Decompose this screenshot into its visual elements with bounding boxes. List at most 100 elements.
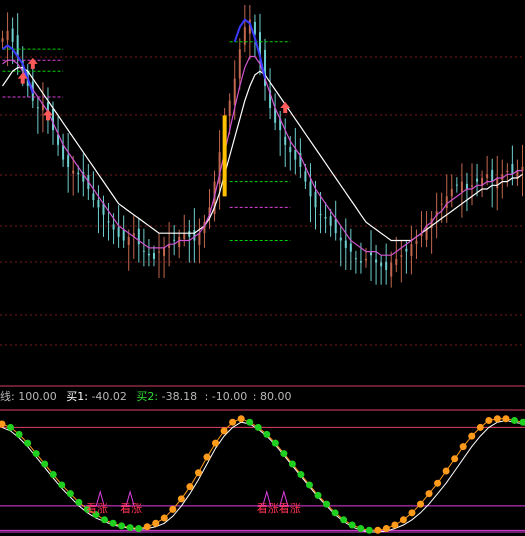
indicator-dot <box>203 453 211 461</box>
candle-body <box>193 230 196 241</box>
candle-body <box>62 144 65 160</box>
candle-body <box>415 240 418 245</box>
candle-body <box>491 169 494 182</box>
candle-body <box>405 248 408 252</box>
indicator-dot <box>229 418 237 426</box>
candle-body <box>284 136 287 145</box>
indicator-dot <box>408 509 416 517</box>
indicator-dot <box>357 525 365 533</box>
indicator-series-line <box>1 419 524 533</box>
candle-body <box>329 216 332 226</box>
candle-body <box>450 189 453 197</box>
indicator-dot <box>169 505 177 513</box>
candle-body <box>117 227 120 237</box>
candle-body <box>319 214 322 216</box>
candle-body <box>354 258 357 260</box>
indicator-dot <box>374 526 382 534</box>
buy-arrow-icon <box>27 57 38 69</box>
indicator-dot <box>468 432 476 440</box>
buy2-value: -38.18 <box>161 390 198 403</box>
stock-chart-window: 看涨 看涨 看涨看涨 线: 100.00 买1: -40.02 买2: -38.18… <box>0 0 525 536</box>
indicator-dot <box>399 516 407 524</box>
indicator-dot <box>323 500 331 508</box>
candle-body <box>122 230 125 241</box>
candle-body <box>238 49 241 79</box>
candle-body <box>137 228 140 245</box>
candle-body <box>188 230 191 237</box>
spike-candle <box>222 115 227 197</box>
candle-body <box>77 172 80 175</box>
indicator-dot <box>297 470 305 478</box>
candle-body <box>152 253 155 259</box>
indicator-dot <box>254 423 262 431</box>
candle-body <box>455 184 458 186</box>
candle-body <box>506 170 509 173</box>
candle-body <box>334 219 337 234</box>
indicator-dot <box>425 490 433 498</box>
indicator-dot <box>66 490 74 498</box>
candle-body <box>67 155 70 167</box>
moving-average-line <box>2 67 523 242</box>
indicator-dot <box>24 439 32 447</box>
candle-body <box>460 181 463 192</box>
indicator-dot <box>220 427 228 435</box>
candle-body <box>127 236 130 245</box>
candle-body <box>339 237 342 241</box>
indicator-dot <box>485 416 493 424</box>
candle-body <box>395 258 398 265</box>
indicator-dot <box>152 519 160 527</box>
indicator-dot <box>382 525 390 533</box>
candle-body <box>173 239 176 241</box>
indicator-dot <box>126 524 134 532</box>
indicator-dot <box>194 469 202 477</box>
indicator-dot <box>41 460 49 468</box>
candle-body <box>400 255 403 257</box>
indicator-dot <box>348 521 356 529</box>
indicator-dot <box>391 521 399 529</box>
buy-arrow-icon <box>280 102 291 114</box>
indicator-dot <box>502 415 510 423</box>
indicator-dot <box>331 509 339 517</box>
candle-body <box>511 163 514 175</box>
candle-body <box>228 100 231 117</box>
candle-body <box>92 193 95 201</box>
indicator-dot <box>186 483 194 491</box>
candle-body <box>198 233 201 245</box>
indicator-dot <box>177 495 185 503</box>
indicator-dot <box>49 470 57 478</box>
signal-label: 看涨 <box>86 501 108 515</box>
indicator-dot <box>246 418 254 426</box>
candle-body <box>233 78 236 106</box>
candle-body <box>364 258 367 261</box>
indicator-dot <box>7 423 15 431</box>
level4-value: : 80.00 <box>252 390 292 403</box>
candle-body <box>163 247 166 256</box>
indicator-dot <box>212 439 220 447</box>
indicator-dot <box>365 526 373 534</box>
candle-body <box>445 196 448 209</box>
indicator-dot <box>340 516 348 524</box>
candle-body <box>380 262 383 267</box>
buy1-label: 买1: <box>66 390 88 403</box>
candle-body <box>359 261 362 263</box>
indicator-header: 线: 100.00 买1: -40.02 买2: -38.18 : -10.00… <box>0 389 291 405</box>
indicator-dot <box>493 415 501 423</box>
candle-body <box>496 177 499 189</box>
indicator-dot <box>305 481 313 489</box>
indicator-dot <box>417 500 425 508</box>
signal-label: 看涨看涨 <box>257 501 301 515</box>
indicator-dot <box>271 439 279 447</box>
indicator-dot <box>118 522 126 530</box>
candle-body <box>11 28 14 42</box>
candle-body <box>112 224 115 230</box>
candle-body <box>486 174 489 178</box>
candle-body <box>147 253 150 256</box>
price-chart[interactable]: 看涨 看涨 看涨看涨 <box>0 0 525 536</box>
indicator-dot <box>519 418 525 426</box>
indicator-dot <box>434 479 442 487</box>
candle-body <box>142 250 145 252</box>
candle-body <box>314 191 317 208</box>
indicator-dot <box>288 460 296 468</box>
moving-average-line <box>2 55 523 256</box>
level3-value: : -10.00 <box>204 390 248 403</box>
